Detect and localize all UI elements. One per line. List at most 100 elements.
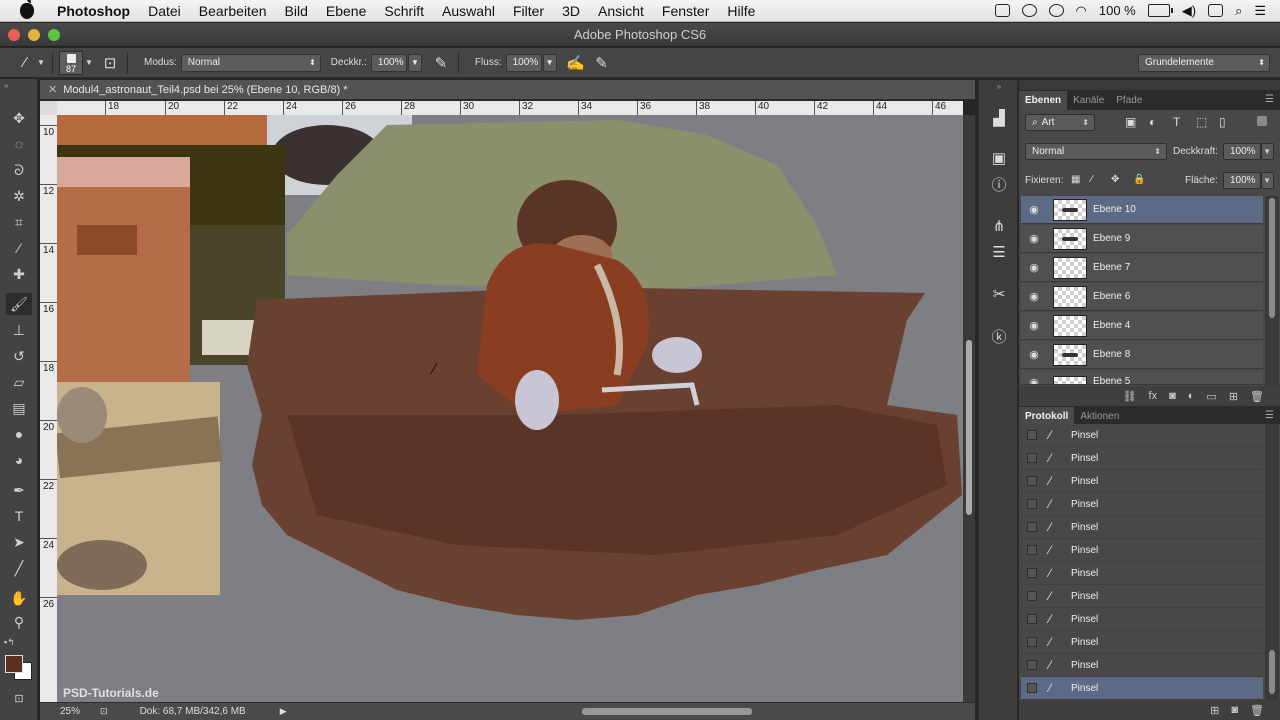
visibility-eye-icon[interactable]: ◉ (1021, 203, 1047, 216)
stamp-tool-icon[interactable]: ⊥ (6, 319, 32, 341)
visibility-eye-icon[interactable]: ◉ (1021, 261, 1047, 274)
menu-ebene[interactable]: Ebene (317, 3, 375, 19)
fill-slider-toggle[interactable]: ▼ (1261, 172, 1274, 189)
history-item[interactable]: ⁄ Pinsel (1021, 631, 1263, 654)
layer-row[interactable]: ◉ Ebene 4 (1021, 312, 1263, 340)
lock-all-icon[interactable]: 🔒 (1133, 174, 1145, 185)
history-panel-menu-icon[interactable]: ☰ (1265, 410, 1274, 421)
visibility-eye-icon[interactable]: ◉ (1021, 319, 1047, 332)
new-document-from-state-icon[interactable]: ⊞ (1210, 704, 1219, 717)
visibility-eye-icon[interactable]: ◉ (1021, 290, 1047, 303)
horizontal-scroll-thumb[interactable] (582, 708, 752, 715)
menu-schrift[interactable]: Schrift (375, 3, 433, 19)
layer-row[interactable]: ◉ Ebene 7 (1021, 254, 1263, 282)
line-tool-icon[interactable]: ╱ (6, 557, 32, 579)
layers-scrollbar[interactable] (1265, 196, 1279, 386)
lock-image-icon[interactable]: ⁄ (1091, 174, 1093, 185)
new-adjustment-icon[interactable]: ◐ (1188, 390, 1195, 402)
info-icon[interactable]: ⓘ (987, 172, 1011, 196)
path-selection-tool-icon[interactable]: ➤ (6, 531, 32, 553)
search-icon[interactable]: ⌕ (1235, 3, 1242, 19)
vertical-ruler[interactable]: 10 12 14 16 18 20 22 24 26 (40, 115, 57, 702)
menu-3d[interactable]: 3D (553, 3, 589, 19)
marquee-tool-icon[interactable]: ◌ (6, 133, 32, 155)
apple-icon[interactable] (20, 0, 34, 19)
lock-transparency-icon[interactable]: ▦ (1071, 174, 1080, 185)
brush-panel-toggle-icon[interactable]: ⊡ (99, 52, 121, 74)
layer-filter-select[interactable]: ⌕ Art ⬍ (1025, 114, 1095, 131)
scroll-thumb[interactable] (1269, 650, 1275, 694)
default-colors-icon[interactable]: ▪↰ (4, 637, 15, 648)
wifi-icon[interactable]: ◠ (1076, 3, 1087, 19)
history-scrollbar[interactable] (1265, 424, 1279, 700)
fluss-slider-toggle[interactable]: ▼ (542, 53, 557, 72)
deckkraft-input[interactable]: 100% (370, 53, 407, 72)
snapshot-checkbox[interactable] (1027, 476, 1037, 486)
bluetooth-icon[interactable] (1048, 4, 1064, 17)
tab-pfade[interactable]: Pfade (1110, 91, 1148, 110)
eraser-tool-icon[interactable]: ▱ (6, 371, 32, 393)
tools-collapse-icon[interactable]: » (4, 81, 8, 90)
menu-auswahl[interactable]: Auswahl (433, 3, 504, 19)
gradient-tool-icon[interactable]: ▤ (6, 397, 32, 419)
snapshot-checkbox[interactable] (1027, 430, 1037, 440)
fill-input[interactable]: 100% (1223, 172, 1261, 189)
history-item[interactable]: ⁄ Pinsel (1021, 562, 1263, 585)
close-document-icon[interactable]: ✕ (48, 83, 57, 96)
link-layers-icon[interactable]: ⛓ (1123, 390, 1137, 403)
snapshot-checkbox[interactable] (1027, 545, 1037, 555)
pressure-opacity-icon[interactable]: ✎ (430, 52, 452, 74)
layer-style-icon[interactable]: fx (1149, 390, 1158, 402)
history-item[interactable]: ⁄ Pinsel (1021, 677, 1263, 700)
snapshot-checkbox[interactable] (1027, 614, 1037, 624)
new-group-icon[interactable]: ▭ (1206, 390, 1216, 403)
preset-dropdown-arrow-icon[interactable]: ▼ (36, 52, 46, 74)
snapshot-checkbox[interactable] (1027, 499, 1037, 509)
history-item[interactable]: ⁄ Pinsel (1021, 424, 1263, 447)
minimize-window-button[interactable] (28, 29, 40, 41)
menu-datei[interactable]: Datei (139, 3, 190, 19)
workspace-select[interactable]: Grundelemente ⬍ (1138, 53, 1270, 72)
history-item[interactable]: ⁄ Pinsel (1021, 447, 1263, 470)
menu-filter[interactable]: Filter (504, 3, 553, 19)
scroll-thumb[interactable] (1269, 198, 1275, 318)
tab-ebenen[interactable]: Ebenen (1019, 91, 1068, 110)
eyedropper-tool-icon[interactable]: ⁄ (6, 237, 32, 259)
hand-tool-icon[interactable]: ✋ (6, 587, 32, 609)
history-item[interactable]: ⁄ Pinsel (1021, 539, 1263, 562)
history-item[interactable]: ⁄ Pinsel (1021, 516, 1263, 539)
deckkraft-slider-toggle[interactable]: ▼ (407, 53, 422, 72)
blend-mode-select[interactable]: Normal ⬍ (1025, 143, 1167, 160)
histogram-icon[interactable]: ▟ (987, 106, 1011, 130)
layer-row[interactable]: ◉ Ebene 9 (1021, 225, 1263, 253)
new-layer-icon[interactable]: ⊞ (1229, 390, 1238, 403)
magic-wand-tool-icon[interactable]: ✲ (6, 185, 32, 207)
calendar-icon[interactable] (1208, 4, 1224, 17)
quick-mask-icon[interactable]: ⊡ (6, 687, 32, 709)
dodge-tool-icon[interactable]: ◕ (6, 449, 32, 471)
lock-position-icon[interactable]: ✥ (1111, 174, 1119, 185)
healing-brush-tool-icon[interactable]: ✚ (6, 263, 32, 285)
zoom-window-button[interactable] (48, 29, 60, 41)
filter-type-icon[interactable]: T (1173, 115, 1180, 129)
navigator-icon[interactable]: ▣ (987, 146, 1011, 170)
dock-collapse-icon[interactable]: » (987, 80, 1011, 92)
filter-shape-icon[interactable]: ⬚ (1196, 115, 1207, 129)
history-item[interactable]: ⁄ Pinsel (1021, 608, 1263, 631)
delete-state-icon[interactable]: 🗑 (1250, 704, 1264, 717)
snapshot-checkbox[interactable] (1027, 522, 1037, 532)
history-item[interactable]: ⁄ Pinsel (1021, 470, 1263, 493)
layer-row[interactable]: ◉ Ebene 8 (1021, 341, 1263, 369)
layer-row[interactable]: ◉ Ebene 10 (1021, 196, 1263, 224)
snapshot-checkbox[interactable] (1027, 683, 1037, 693)
lasso-tool-icon[interactable]: ᘐ (6, 159, 32, 181)
move-tool-icon[interactable]: ✥ (6, 107, 32, 129)
opacity-input[interactable]: 100% (1223, 143, 1261, 160)
horizontal-ruler[interactable]: 18 20 22 24 26 28 30 32 34 36 38 40 42 4… (57, 101, 963, 115)
brush-size-picker[interactable]: 87 (59, 50, 83, 75)
battery-icon[interactable] (1147, 4, 1173, 17)
layer-row[interactable]: ◉ Ebene 5 (1021, 370, 1263, 385)
status-menu-arrow-icon[interactable]: ▶ (280, 706, 287, 717)
tab-kanaele[interactable]: Kanäle (1067, 91, 1110, 110)
snapshot-checkbox[interactable] (1027, 453, 1037, 463)
